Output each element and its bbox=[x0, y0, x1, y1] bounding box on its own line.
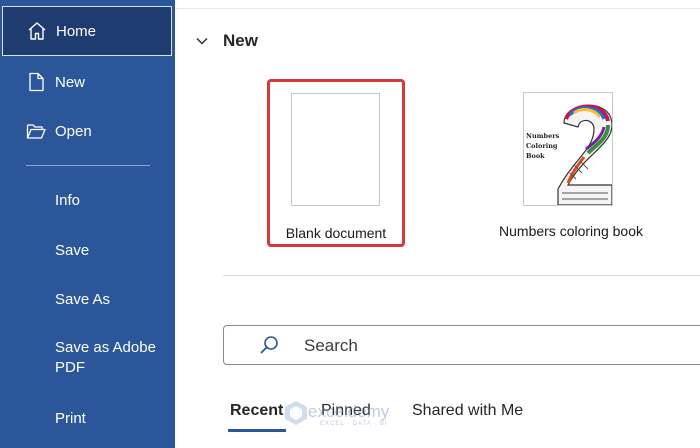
sidebar-item-new[interactable]: New bbox=[0, 57, 175, 107]
sidebar-item-label: Info bbox=[55, 191, 81, 209]
new-document-icon bbox=[29, 72, 44, 92]
template-label: Blank document bbox=[285, 225, 387, 241]
search-box[interactable] bbox=[223, 325, 700, 365]
template-label: Numbers coloring book bbox=[499, 223, 643, 239]
tab-pinned[interactable]: Pinned bbox=[321, 402, 371, 420]
chevron-down-icon bbox=[196, 37, 208, 45]
search-icon bbox=[260, 336, 278, 354]
top-divider bbox=[175, 8, 700, 9]
sidebar-item-home[interactable]: Home bbox=[2, 6, 172, 56]
backstage-main: New Blank document Numbers Coloring Book… bbox=[175, 0, 700, 448]
sidebar-item-info[interactable]: Info bbox=[0, 175, 175, 225]
sidebar-item-save[interactable]: Save bbox=[0, 225, 175, 275]
coloring-book-thumbnail: Numbers Coloring Book bbox=[523, 92, 613, 206]
sidebar-item-label: New bbox=[55, 73, 86, 91]
new-section-header[interactable]: New bbox=[195, 30, 258, 52]
backstage-sidebar: Home New Open Info Save Save As Save as … bbox=[0, 0, 175, 448]
sidebar-item-label: Home bbox=[56, 22, 97, 40]
sidebar-item-label: Save As bbox=[55, 290, 111, 308]
watermark-tagline: EXCEL · DATA · BI bbox=[320, 421, 388, 427]
sidebar-item-save-as-adobe-pdf[interactable]: Save as Adobe PDF bbox=[0, 335, 175, 381]
sidebar-divider bbox=[26, 165, 150, 166]
search-input[interactable] bbox=[302, 332, 686, 360]
home-icon bbox=[28, 22, 46, 40]
sidebar-item-label: Save as Adobe PDF bbox=[55, 339, 156, 376]
sidebar-item-label: Print bbox=[55, 409, 86, 427]
sidebar-item-open[interactable]: Open bbox=[0, 106, 175, 156]
blank-document-thumbnail bbox=[291, 93, 380, 206]
sidebar-item-save-as[interactable]: Save As bbox=[0, 274, 175, 324]
number-two-illustration-icon bbox=[557, 104, 612, 205]
sidebar-item-print[interactable]: Print bbox=[0, 393, 175, 443]
section-divider bbox=[223, 275, 700, 276]
sidebar-item-label: Open bbox=[55, 122, 92, 140]
tab-recent[interactable]: Recent bbox=[230, 402, 283, 420]
active-tab-indicator bbox=[228, 429, 286, 432]
sidebar-item-label: Save bbox=[55, 241, 90, 259]
exceldemy-logo-icon bbox=[285, 401, 307, 425]
tab-shared-with-me[interactable]: Shared with Me bbox=[412, 402, 523, 420]
template-blank-document[interactable]: Blank document bbox=[267, 79, 405, 247]
folder-open-icon bbox=[26, 124, 46, 139]
template-numbers-coloring-book[interactable]: Numbers Coloring Book Numbers coloring b… bbox=[471, 92, 671, 242]
section-title: New bbox=[223, 31, 258, 50]
